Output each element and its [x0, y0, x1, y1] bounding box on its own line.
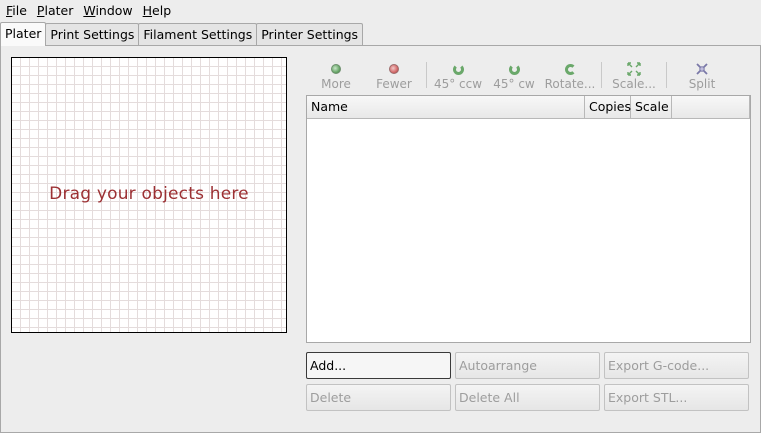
- menu-help-mnemonic: H: [142, 3, 153, 18]
- export-gcode-button[interactable]: Export G-code...: [604, 352, 749, 379]
- menu-bar: File Plater Window Help: [0, 0, 761, 21]
- column-header-copies[interactable]: Copies: [585, 96, 631, 118]
- drag-objects-hint: Drag your objects here: [49, 184, 249, 204]
- split-icon: [694, 61, 710, 77]
- toolbar-separator: [426, 62, 427, 88]
- scale-button[interactable]: Scale...: [606, 59, 662, 91]
- menu-window-label: indow: [95, 3, 133, 18]
- menu-help-label: elp: [152, 3, 172, 18]
- add-button[interactable]: Add...: [306, 352, 451, 379]
- menu-file[interactable]: File: [0, 0, 31, 21]
- split-button[interactable]: Split: [671, 59, 733, 91]
- toolbar-separator: [601, 62, 602, 88]
- more-label: More: [321, 77, 351, 91]
- settings-tabs: Plater Print Settings Filament Settings …: [0, 22, 364, 46]
- tab-plater[interactable]: Plater: [0, 22, 47, 46]
- toolbar-separator: [666, 62, 667, 88]
- object-list-header: Name Copies Scale: [307, 96, 750, 119]
- export-stl-button[interactable]: Export STL...: [604, 384, 749, 411]
- menu-file-label: ile: [12, 3, 27, 18]
- rotate-ccw-label: 45° ccw: [433, 77, 483, 91]
- column-header-name[interactable]: Name: [307, 96, 585, 118]
- menu-window-mnemonic: W: [83, 3, 96, 18]
- add-copy-icon: [328, 61, 344, 77]
- rotate-cw-icon: [506, 61, 522, 77]
- menu-window[interactable]: Window: [77, 0, 136, 21]
- autoarrange-button[interactable]: Autoarrange: [455, 352, 600, 379]
- object-toolbar: More Fewer 45° ccw 45° cw Rotate... Scal…: [306, 59, 750, 91]
- tab-printer-settings[interactable]: Printer Settings: [256, 23, 364, 45]
- rotate-cw-label: 45° cw: [493, 77, 535, 91]
- column-header-filler: [672, 96, 750, 118]
- more-button[interactable]: More: [306, 59, 366, 91]
- rotate-button[interactable]: Rotate...: [543, 59, 597, 91]
- rotate-ccw-icon: [450, 61, 466, 77]
- menu-help[interactable]: Help: [137, 0, 176, 21]
- menu-plater[interactable]: Plater: [31, 0, 77, 21]
- rotate-icon: [562, 61, 578, 77]
- fewer-label: Fewer: [376, 77, 412, 91]
- delete-all-button[interactable]: Delete All: [455, 384, 600, 411]
- delete-button[interactable]: Delete: [306, 384, 451, 411]
- rotate-ccw-button[interactable]: 45° ccw: [431, 59, 485, 91]
- remove-copy-icon: [386, 61, 402, 77]
- fewer-button[interactable]: Fewer: [366, 59, 422, 91]
- object-list[interactable]: Name Copies Scale: [306, 95, 751, 343]
- tab-filament-settings[interactable]: Filament Settings: [138, 23, 258, 45]
- rotate-label: Rotate...: [544, 77, 596, 91]
- rotate-cw-button[interactable]: 45° cw: [485, 59, 543, 91]
- tab-print-settings[interactable]: Print Settings: [45, 23, 140, 45]
- column-header-scale[interactable]: Scale: [631, 96, 672, 118]
- menu-plater-label: later: [44, 3, 74, 18]
- scale-icon: [626, 61, 642, 77]
- split-label: Split: [688, 77, 716, 91]
- scale-label: Scale...: [612, 77, 656, 91]
- print-bed-canvas[interactable]: Drag your objects here: [11, 57, 287, 333]
